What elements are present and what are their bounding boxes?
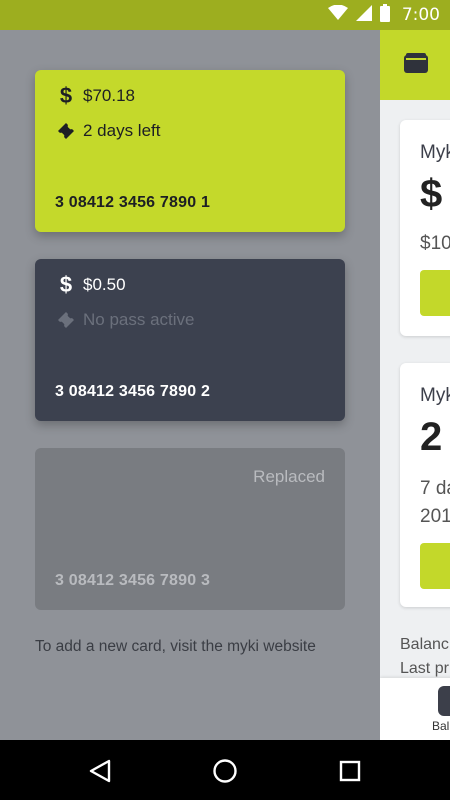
system-nav-bar [0,740,450,800]
ticket-icon [55,120,77,142]
dollar-icon: $ [59,272,73,297]
myki-card-3[interactable]: Replaced 3 08412 3456 7890 3 [35,448,345,610]
main-content: Myk $ $10 Myk 2 7 da 201 Balanc Last pr … [380,30,450,740]
card-2-pass-row: No pass active [55,309,195,331]
pass-card[interactable]: Myk 2 7 da 201 [400,363,450,607]
card-1-balance-row: $ $70.18 [55,83,135,108]
pass-card-value: 2 [420,415,443,459]
card-1-pass-row: 2 days left [55,120,161,142]
add-card-hint: To add a new card, visit the myki websit… [35,638,316,655]
card-1-number: 3 08412 3456 7890 1 [55,194,211,211]
balance-card[interactable]: Myk $ $10 [400,120,450,336]
signal-icon [355,4,372,26]
card-3-status: Replaced [253,467,325,486]
card-1-balance: $70.18 [83,86,135,105]
buy-pass-button[interactable] [420,543,450,589]
wallet-icon[interactable] [404,52,428,78]
bottom-navigation: Bal [380,678,450,740]
card-2-balance: $0.50 [83,275,126,294]
card-3-number: 3 08412 3456 7890 3 [55,572,211,589]
myki-card-1[interactable]: $ $70.18 2 days left 3 08412 3456 7890 1 [35,70,345,232]
balance-tab-icon[interactable] [438,686,450,716]
pass-card-sub-1: 7 da [420,478,450,499]
battery-icon [379,3,390,27]
app-bar [380,30,450,100]
card-2-balance-row: $ $0.50 [55,272,126,297]
top-up-button[interactable] [420,270,450,316]
card-drawer: $ $70.18 2 days left 3 08412 3456 7890 1… [0,30,380,740]
myki-card-2[interactable]: $ $0.50 No pass active 3 08412 3456 7890… [35,259,345,421]
card-1-pass-text: 2 days left [83,121,161,140]
balance-card-value: $ [420,172,443,216]
card-2-number: 3 08412 3456 7890 2 [55,383,211,400]
home-icon[interactable] [210,756,240,786]
card-2-pass-text: No pass active [83,310,195,329]
pass-card-sub-2: 201 [420,506,450,527]
recents-icon[interactable] [335,756,365,786]
wifi-icon [327,4,348,26]
footer-balance-text: Balanc [400,636,449,653]
back-icon[interactable] [85,756,115,786]
balance-card-sub: $10 [420,233,450,254]
balance-card-label: Myk [420,142,450,163]
dollar-icon: $ [59,83,73,108]
app-screen: Myk $ $10 Myk 2 7 da 201 Balanc Last pr … [0,30,450,740]
pass-card-label: Myk [420,385,450,406]
status-time: 7:00 [401,5,440,25]
status-bar: 7:00 [0,0,450,30]
ticket-icon [55,309,77,331]
balance-tab-label[interactable]: Bal [432,719,449,733]
